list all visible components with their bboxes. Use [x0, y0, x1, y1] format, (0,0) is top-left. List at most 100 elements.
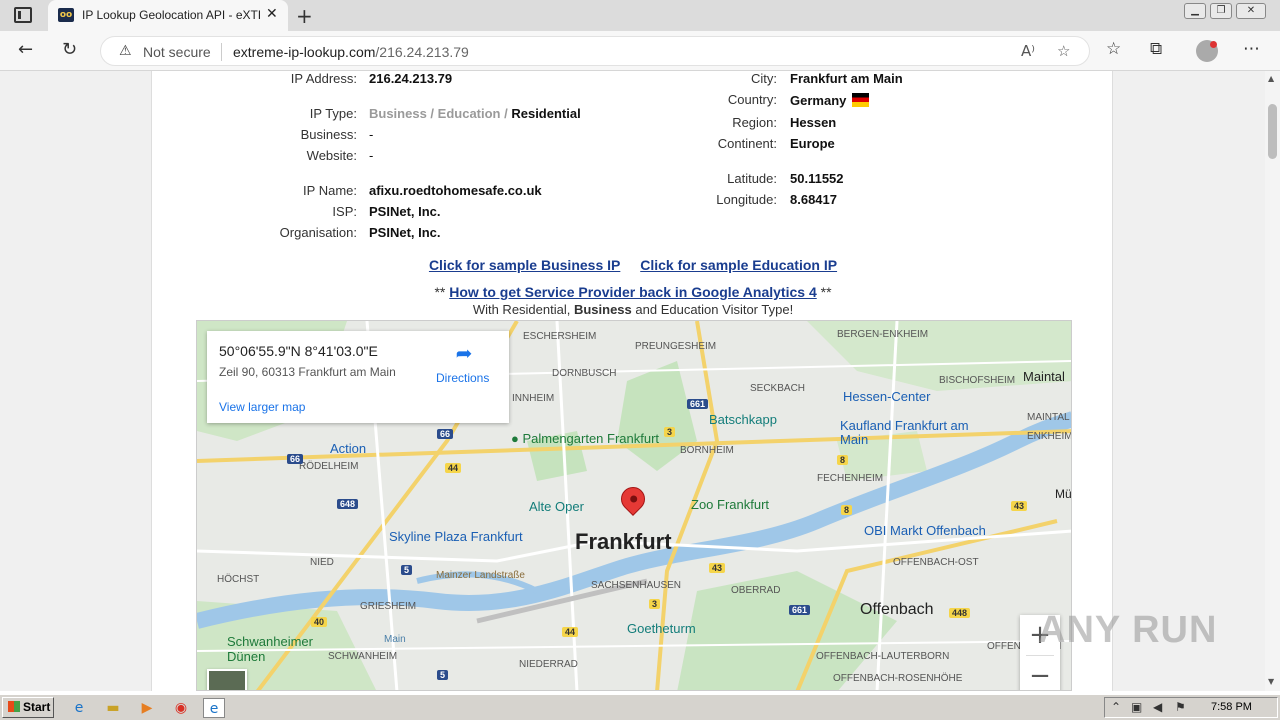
start-button[interactable]: Start [2, 697, 54, 718]
new-tab-icon[interactable]: + [296, 4, 313, 28]
latitude-label: Latitude: [727, 171, 777, 186]
organisation-label: Organisation: [279, 225, 357, 240]
add-favorite-icon[interactable]: ☆ [1057, 42, 1070, 60]
sample-education-link[interactable]: Click for sample Education IP [640, 257, 837, 273]
zoom-out-button[interactable]: − [1020, 656, 1060, 690]
map-label: FECHENHEIM [817, 473, 884, 484]
map-label: HÖCHST [217, 574, 260, 585]
url-divider [221, 43, 222, 61]
scroll-down-icon[interactable]: ▼ [1268, 677, 1274, 686]
latitude-value: 50.11552 [790, 171, 844, 186]
road-shield: 5 [401, 565, 413, 575]
map-city-offenbach: Offenbach [860, 601, 934, 618]
road-shield: 448 [949, 608, 971, 618]
website-value: - [369, 148, 374, 163]
map-coordinates: 50°06'55.9"N 8°41'03.0"E [219, 343, 378, 359]
website-label: Website: [306, 148, 357, 163]
map-label: RÖDELHEIM [299, 461, 359, 472]
city-label: City: [751, 71, 777, 86]
region-label: Region: [732, 115, 777, 130]
map-label: SACHSENHAUSEN [591, 580, 682, 591]
map-label: Mü [1055, 487, 1072, 501]
continent-value: Europe [790, 136, 835, 151]
poi-obi[interactable]: OBI Markt Offenbach [864, 523, 986, 538]
ie-icon[interactable]: e [68, 698, 90, 718]
road-shield: 66 [437, 429, 454, 439]
browser-tab[interactable]: oo IP Lookup Geolocation API - eXTREME I… [48, 0, 288, 31]
view-larger-map-link[interactable]: View larger map [219, 400, 305, 414]
address-bar[interactable]: ⚠ Not secure extreme-ip-lookup.com/216.2… [100, 36, 1090, 66]
tab-actions-icon[interactable] [14, 7, 32, 23]
satellite-toggle[interactable] [207, 669, 247, 690]
map-label: OFFENBACH-LAUTERBORN [816, 651, 950, 662]
collections-icon[interactable]: ⧉ [1150, 39, 1162, 59]
minimize-icon[interactable]: ▁ [1184, 3, 1206, 19]
poi-alte-oper[interactable]: Alte Oper [529, 499, 584, 514]
edge-icon[interactable]: e [203, 698, 225, 718]
map-label: MAINTAL [1027, 412, 1070, 423]
map-label: SECKBACH [750, 383, 806, 394]
organisation-value: PSINet, Inc. [369, 225, 441, 240]
germany-flag-icon [852, 93, 870, 107]
tab-bar: oo IP Lookup Geolocation API - eXTREME I… [0, 0, 1280, 31]
url-text[interactable]: extreme-ip-lookup.com/216.24.213.79 [233, 44, 469, 60]
map-label: Main [384, 634, 406, 645]
restore-icon[interactable]: ❐ [1210, 3, 1232, 19]
directions-icon[interactable]: ➦ [453, 341, 475, 365]
tray-expand-icon[interactable]: ⌃ [1111, 700, 1121, 714]
window-close-icon[interactable]: ✕ [1236, 3, 1266, 19]
map-label: PREUNGESHEIM [635, 341, 717, 352]
not-secure-label[interactable]: Not secure [143, 44, 211, 60]
country-value: Germany [790, 93, 870, 108]
read-aloud-icon[interactable]: A⁾ [1021, 42, 1035, 60]
poi-goetheturm[interactable]: Goetheturm [627, 621, 696, 636]
map-label: BISCHOFSHEIM [939, 375, 1016, 386]
road-shield: 43 [709, 563, 726, 573]
longitude-value: 8.68417 [790, 192, 837, 207]
page-scrollbar[interactable]: ▲ ▼ [1265, 71, 1280, 691]
poi-zoo-frankfurt[interactable]: Zoo Frankfurt [691, 497, 769, 512]
scroll-up-icon[interactable]: ▲ [1268, 74, 1274, 83]
back-arrow-icon[interactable]: ← [18, 39, 33, 60]
ga-line: ** How to get Service Provider back in G… [434, 284, 832, 300]
map-info-card: 50°06'55.9"N 8°41'03.0"E Zeil 90, 60313 … [207, 331, 509, 423]
poi-palmengarten[interactable]: ● Palmengarten Frankfurt [511, 431, 659, 446]
ip-address-value: 216.24.213.79 [369, 71, 453, 86]
network-icon[interactable]: ▣ [1131, 700, 1142, 714]
poi-kaufland[interactable]: Kaufland Frankfurt am Main [840, 419, 970, 447]
poi-schwanheimer-dunen[interactable]: Schwanheimer Dünen [227, 634, 317, 664]
volume-icon[interactable]: ◀ [1153, 700, 1162, 714]
chrome-icon[interactable]: ◉ [170, 698, 192, 718]
road-shield: 44 [445, 463, 462, 473]
reload-icon[interactable]: ↻ [62, 39, 77, 60]
longitude-label: Longitude: [716, 192, 777, 207]
tab-title: IP Lookup Geolocation API - eXTREME IP L… [82, 8, 260, 22]
road-shield: 3 [649, 599, 661, 609]
tab-close-icon[interactable]: ✕ [266, 6, 278, 22]
poi-hessen-center[interactable]: Hessen-Center [843, 389, 930, 404]
map-label: BORNHEIM [680, 445, 734, 456]
map-label: OFFENBACH-ROSENHÖHE [833, 673, 963, 684]
map-label: ESCHERSHEIM [523, 331, 597, 342]
continent-label: Continent: [717, 136, 777, 151]
scroll-thumb[interactable] [1268, 104, 1277, 159]
road-shield: 44 [562, 627, 579, 637]
road-shield: 5 [437, 670, 449, 680]
ga4-link[interactable]: How to get Service Provider back in Goog… [449, 284, 816, 300]
poi-batschkapp[interactable]: Batschkapp [709, 412, 777, 427]
map-label: Maintal [1023, 369, 1065, 384]
map-label: SCHWANHEIM [328, 651, 398, 662]
folder-icon[interactable]: ▬ [102, 698, 124, 718]
poi-skyline-plaza[interactable]: Skyline Plaza Frankfurt [389, 529, 523, 544]
more-menu-icon[interactable]: ⋯ [1243, 39, 1260, 59]
sample-business-link[interactable]: Click for sample Business IP [429, 257, 620, 273]
map-label: GRIESHEIM [360, 601, 417, 612]
flag-icon[interactable]: ⚑ [1175, 700, 1186, 714]
google-map[interactable]: ESCHERSHEIM PREUNGESHEIM BERGEN-ENKHEIM … [196, 320, 1072, 691]
poi-action[interactable]: Action [330, 441, 366, 456]
favorites-icon[interactable]: ☆ [1106, 39, 1121, 59]
road-shield: 8 [841, 505, 853, 515]
media-player-icon[interactable]: ▶ [136, 698, 158, 718]
directions-link[interactable]: Directions [436, 371, 489, 385]
profile-avatar[interactable] [1196, 40, 1218, 62]
